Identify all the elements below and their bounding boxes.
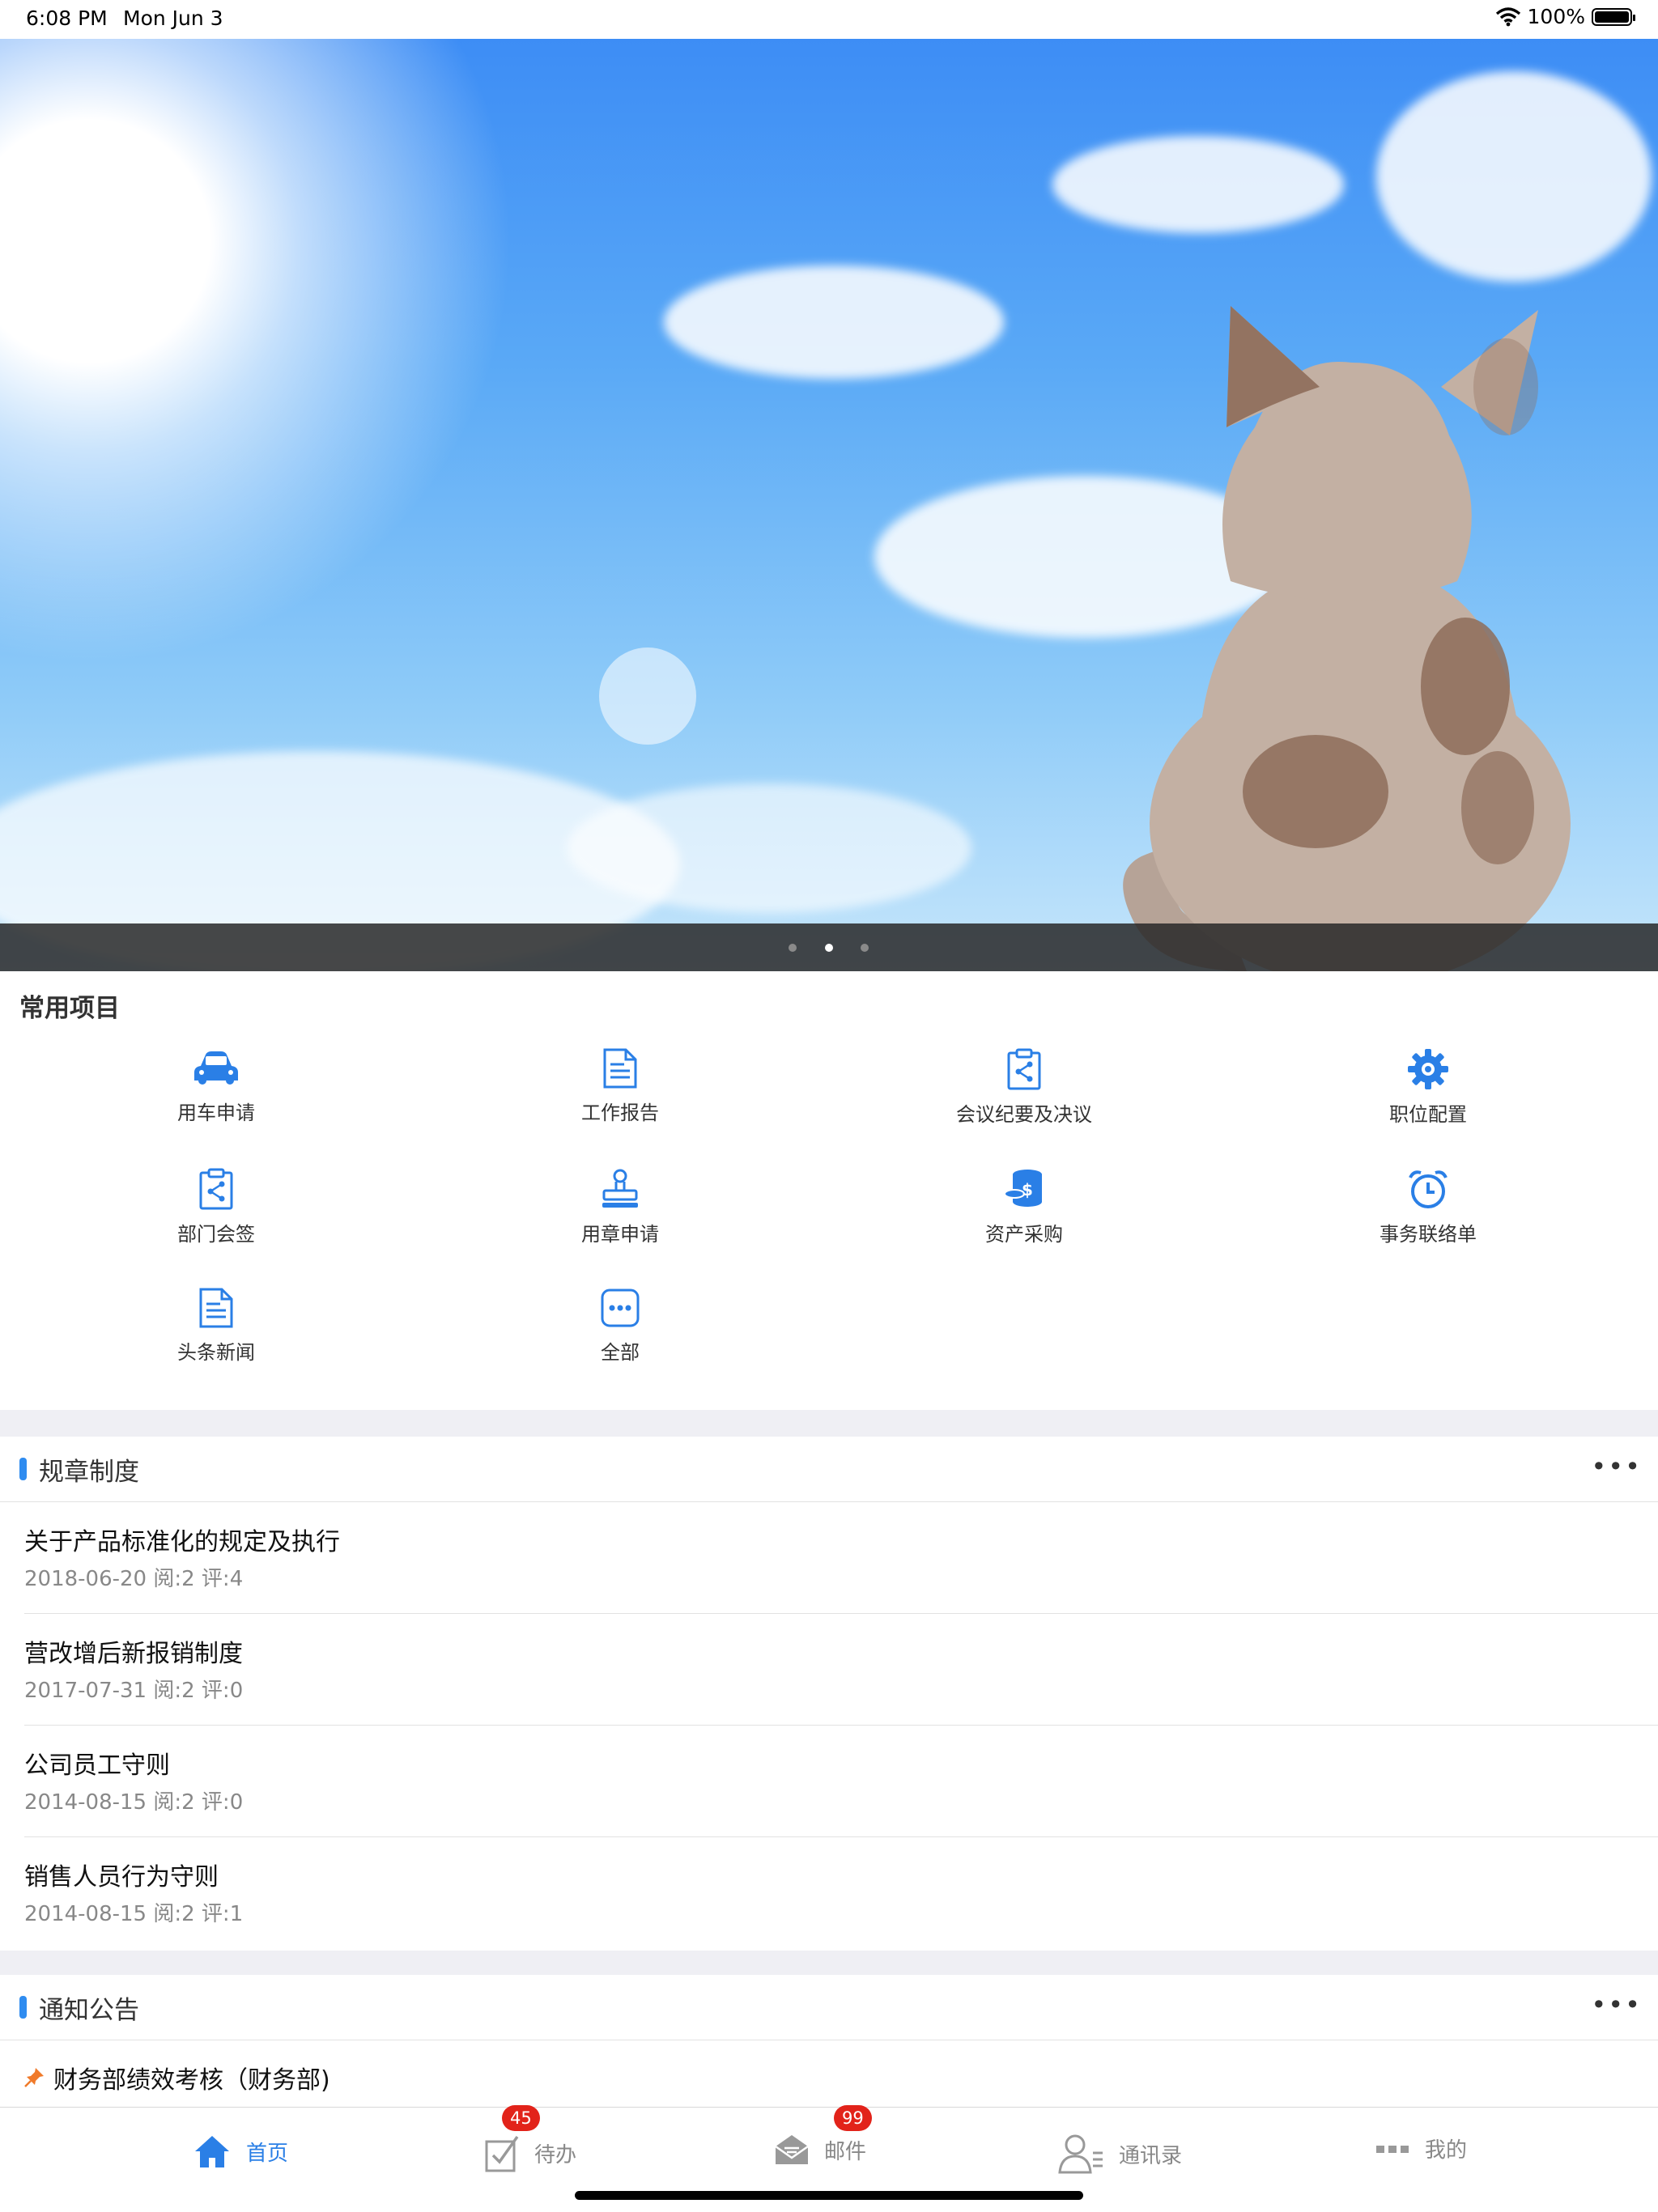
common-section: 常用项目 用车申请 工作报告 会议纪要及决议 职位配置 部门会签 用章申请 $ … [0,971,1658,1410]
common-section-title: 常用项目 [19,994,120,1023]
tab-home[interactable]: 首页 [193,2133,288,2169]
banner-carousel[interactable] [0,39,1658,971]
tab-label: 邮件 [824,2139,867,2164]
battery-icon [1592,7,1635,26]
regulations-more-button[interactable]: ••• [1591,1451,1642,1482]
grid-item-meeting-minutes[interactable]: 会议纪要及决议 [903,1048,1146,1127]
clipboard-share-icon [1007,1048,1041,1090]
regulations-title: 规章制度 [39,1458,139,1487]
list-item-title: 销售人员行为守则 [24,1863,219,1891]
tab-mail[interactable]: 邮件 [774,2133,866,2166]
alarm-clock-icon [1409,1170,1448,1208]
contacts-icon [1058,2134,1103,2174]
list-item-meta: 2014-08-15 阅:2 评:0 [24,1790,244,1815]
notices-more-button[interactable]: ••• [1591,1989,1642,2020]
more-icon [601,1289,640,1327]
grid-item-label: 用车申请 [177,1102,255,1124]
tab-label: 通讯录 [1119,2143,1183,2168]
carousel-dot-1[interactable] [789,944,797,952]
stamp-icon [602,1169,638,1208]
list-item-title: 财务部绩效考核（财务部) [53,2066,330,2095]
status-right: 100% [1495,5,1635,28]
svg-text:$: $ [1022,1180,1033,1199]
wifi-icon [1495,6,1520,26]
tab-contacts[interactable]: 通讯录 [1057,2133,1182,2174]
todo-icon [485,2135,519,2172]
tab-label: 我的 [1425,2138,1468,2163]
list-item[interactable]: 公司员工守则 2014-08-15 阅:2 评:0 [0,1726,1658,1837]
list-item-meta: 2017-07-31 阅:2 评:0 [24,1679,244,1703]
grid-item-position-config[interactable]: 职位配置 [1307,1048,1550,1127]
grid-item-seal-request[interactable]: 用章申请 [499,1168,742,1246]
home-icon [195,2136,229,2167]
grid-item-work-report[interactable]: 工作报告 [499,1048,742,1125]
list-item-title: 营改增后新报销制度 [24,1640,243,1668]
list-item-title: 公司员工守则 [24,1751,170,1780]
grid-item-car-request[interactable]: 用车申请 [95,1048,338,1125]
grid-item-dept-sign[interactable]: 部门会签 [95,1168,338,1246]
list-item[interactable]: 营改增后新报销制度 2017-07-31 阅:2 评:0 [0,1614,1658,1726]
clipboard-share-icon [199,1168,233,1210]
list-item[interactable]: 销售人员行为守则 2014-08-15 阅:2 评:1 [0,1837,1658,1949]
tab-mine[interactable]: 我的 [1375,2133,1467,2163]
grid-item-affairs-contact[interactable]: 事务联络单 [1307,1168,1550,1246]
tab-label: 待办 [534,2142,577,2167]
grid-item-asset-purchase[interactable]: $ 资产采购 [903,1168,1146,1246]
list-item-meta: 2018-06-20 阅:2 评:4 [24,1567,244,1591]
grid-item-label: 头条新闻 [177,1341,255,1364]
pin-icon [24,2068,44,2087]
carousel-dot-2[interactable] [825,944,833,952]
regulations-section: 规章制度 ••• 关于产品标准化的规定及执行 2018-06-20 阅:2 评:… [0,1437,1658,1951]
grid-item-label: 用章申请 [581,1223,659,1246]
grid-item-label: 会议纪要及决议 [956,1103,1092,1126]
section-accent-bar [19,1996,27,2019]
list-item-title: 关于产品标准化的规定及执行 [24,1528,340,1556]
more-dots-icon [1376,2145,1409,2153]
status-date: Mon Jun 3 [123,6,223,30]
mail-badge: 99 [834,2105,872,2131]
notices-section: 通知公告 ••• 财务部绩效考核（财务部) [0,1975,1658,2107]
section-accent-bar [19,1458,27,1480]
sun-glow [599,647,696,745]
grid-item-label: 职位配置 [1389,1103,1467,1126]
list-item[interactable]: 财务部绩效考核（财务部) [0,2040,1658,2107]
battery-percent: 100% [1527,5,1585,28]
list-item[interactable]: 关于产品标准化的规定及执行 2018-06-20 阅:2 评:4 [0,1502,1658,1614]
home-indicator[interactable] [575,2191,1083,2200]
grid-item-label: 工作报告 [581,1102,659,1124]
grid-item-label: 部门会签 [177,1223,255,1246]
tab-label: 首页 [246,2141,289,2166]
notices-header: 通知公告 ••• [0,1975,1658,2040]
grid-item-label: 资产采购 [985,1223,1063,1246]
grid-item-label: 全部 [601,1341,640,1364]
carousel-dot-3[interactable] [861,944,869,952]
cat-illustration [1123,306,1571,971]
grid-item-label: 事务联络单 [1380,1223,1477,1246]
status-bar: 6:08 PM Mon Jun 3 100% [0,0,1658,39]
mail-icon [775,2135,809,2164]
regulations-header: 规章制度 ••• [0,1437,1658,1502]
document-icon [603,1048,637,1089]
car-icon [194,1051,238,1085]
gear-icon [1408,1049,1448,1089]
tab-todo[interactable]: 待办 [484,2133,576,2172]
todo-badge: 45 [502,2105,540,2131]
list-item-meta: 2014-08-15 阅:2 评:1 [24,1902,244,1926]
grid-item-all[interactable]: 全部 [499,1288,742,1365]
coins-icon: $ [1004,1170,1042,1207]
document-icon [199,1288,233,1328]
notices-title: 通知公告 [39,1996,139,2025]
grid-item-headline-news[interactable]: 头条新闻 [95,1288,338,1365]
status-time: 6:08 PM [26,6,108,30]
